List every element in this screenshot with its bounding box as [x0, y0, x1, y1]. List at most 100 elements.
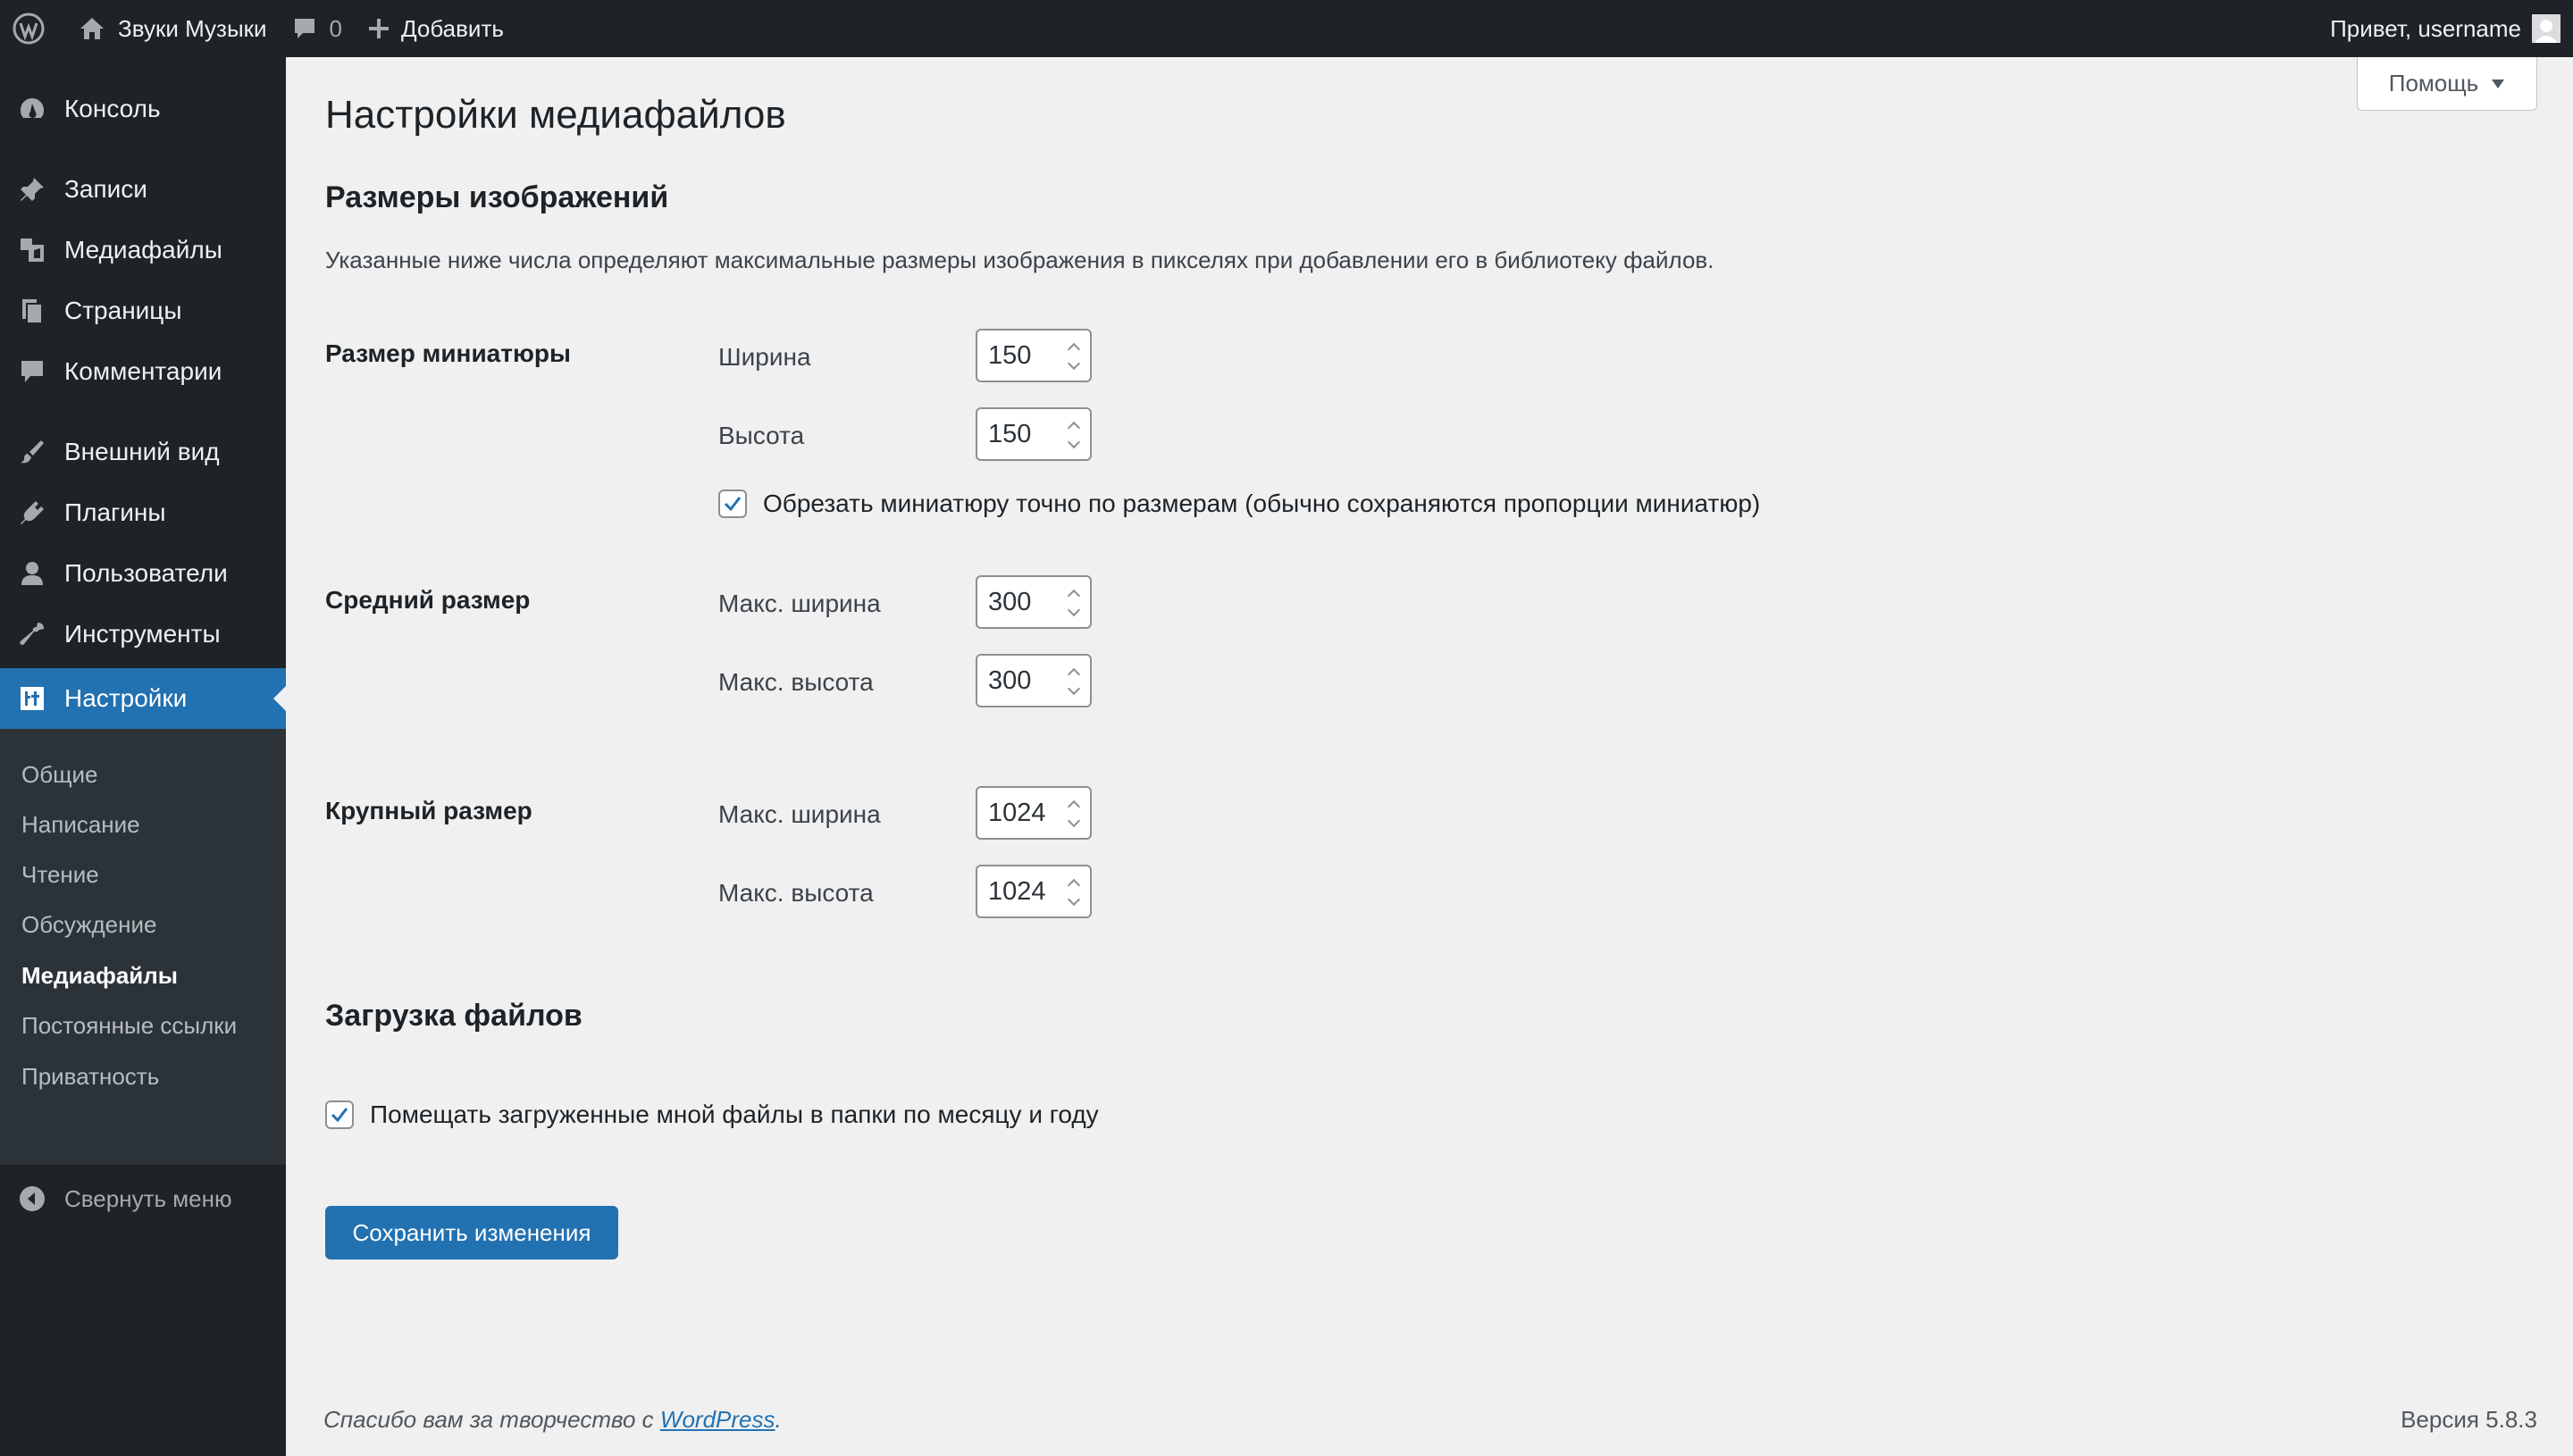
plugin-icon — [0, 498, 64, 527]
thumbnail-height-value: 150 — [988, 419, 1032, 448]
collapse-arrow-icon — [0, 1184, 64, 1213]
current-menu-arrow — [273, 686, 286, 711]
medium-width-value: 300 — [988, 587, 1032, 616]
large-width-input[interactable]: 1024 — [976, 786, 1092, 840]
settings-submenu: Общие Написание Чтение Обсуждение Медиаф… — [0, 729, 286, 1165]
users-icon — [0, 559, 64, 588]
uploads-folder-label: Помещать загруженные мной файлы в папки … — [370, 1100, 1099, 1128]
collapse-menu-button[interactable]: Свернуть меню — [0, 1176, 286, 1222]
image-sizes-heading: Размеры изображений — [325, 180, 669, 214]
collapse-menu-label: Свернуть меню — [64, 1184, 232, 1212]
spinner-arrows-icon[interactable] — [1067, 341, 1081, 372]
site-name-link[interactable]: Звуки Музыки — [66, 0, 280, 57]
my-account[interactable]: Привет, username — [2330, 0, 2560, 57]
spinner-arrows-icon[interactable] — [1067, 799, 1081, 829]
menu-item-appearance[interactable]: Внешний вид — [0, 422, 286, 482]
menu-label-tools: Инструменты — [64, 620, 221, 648]
menu-item-dashboard[interactable]: Консоль — [0, 79, 286, 139]
menu-item-users[interactable]: Пользователи — [0, 543, 286, 604]
comments-icon — [0, 357, 64, 386]
plus-icon — [367, 17, 390, 40]
help-tab-button[interactable]: Помощь — [2357, 57, 2537, 111]
medium-width-input[interactable]: 300 — [976, 575, 1092, 629]
home-icon — [79, 15, 105, 42]
avatar — [2532, 14, 2560, 43]
menu-label-comments: Комментарии — [64, 357, 222, 385]
footer-thanks-prefix: Спасибо вам за творчество с — [323, 1406, 660, 1433]
image-sizes-description: Указанные ниже числа определяют максимал… — [325, 247, 1714, 273]
medium-size-label: Средний размер — [325, 586, 531, 614]
new-content-link[interactable]: Добавить — [355, 0, 516, 57]
large-height-value: 1024 — [988, 876, 1046, 906]
wordpress-logo-icon[interactable] — [0, 0, 66, 57]
submenu-privacy[interactable]: Приватность — [21, 1063, 159, 1091]
spinner-arrows-icon[interactable] — [1067, 877, 1081, 908]
new-content-label: Добавить — [401, 14, 504, 42]
menu-item-comments[interactable]: Комментарии — [0, 341, 286, 402]
media-icon — [0, 236, 64, 264]
wordpress-link[interactable]: WordPress — [660, 1406, 775, 1433]
help-label: Помощь — [2388, 70, 2479, 96]
greeting: Привет, username — [2330, 14, 2521, 42]
large-width-label: Макс. ширина — [718, 800, 881, 828]
submenu-reading[interactable]: Чтение — [21, 861, 99, 889]
spinner-arrows-icon[interactable] — [1067, 666, 1081, 697]
thumbnail-height-label: Высота — [718, 422, 805, 449]
menu-item-pages[interactable]: Страницы — [0, 280, 286, 341]
menu-label-pages: Страницы — [64, 297, 182, 324]
thumbnail-height-input[interactable]: 150 — [976, 407, 1092, 461]
thumbnail-width-input[interactable]: 150 — [976, 329, 1092, 382]
thumbnail-crop-checkbox[interactable] — [718, 490, 747, 518]
menu-item-media[interactable]: Медиафайлы — [0, 220, 286, 280]
caret-down-icon — [2491, 79, 2505, 89]
medium-width-label: Макс. ширина — [718, 590, 881, 617]
pin-icon — [0, 175, 64, 204]
menu-item-plugins[interactable]: Плагины — [0, 482, 286, 543]
dashboard-icon — [0, 95, 64, 123]
save-changes-button[interactable]: Сохранить изменения — [325, 1206, 618, 1259]
menu-label-appearance: Внешний вид — [64, 438, 220, 465]
menu-label-media: Медиафайлы — [64, 236, 222, 264]
uploads-heading: Загрузка файлов — [325, 999, 582, 1033]
submenu-permalinks[interactable]: Постоянные ссылки — [21, 1012, 237, 1040]
footer-version: Версия 5.8.3 — [2401, 1406, 2537, 1433]
menu-label-posts: Записи — [64, 175, 147, 203]
menu-item-posts[interactable]: Записи — [0, 159, 286, 220]
uploads-folder-checkbox[interactable] — [325, 1100, 354, 1129]
menu-label-dashboard: Консоль — [64, 95, 161, 122]
footer-thanks-suffix: . — [775, 1406, 782, 1433]
large-height-input[interactable]: 1024 — [976, 865, 1092, 918]
submenu-discussion[interactable]: Обсуждение — [21, 911, 156, 939]
comments-link[interactable]: 0 — [280, 0, 355, 57]
spinner-arrows-icon[interactable] — [1067, 420, 1081, 450]
submenu-writing[interactable]: Написание — [21, 811, 140, 839]
comment-bubble-icon — [292, 16, 317, 41]
page-title: Настройки медиафайлов — [325, 93, 786, 137]
submenu-general[interactable]: Общие — [21, 761, 98, 789]
thumbnail-width-label: Ширина — [718, 343, 811, 371]
menu-item-settings[interactable]: Настройки — [0, 668, 286, 729]
medium-height-label: Макс. высота — [718, 668, 874, 696]
admin-bar: Звуки Музыки 0 Добавить Привет, username — [0, 0, 2573, 57]
menu-label-users: Пользователи — [64, 559, 228, 587]
spinner-arrows-icon[interactable] — [1067, 588, 1081, 618]
checkmark-icon — [724, 497, 742, 512]
menu-label-plugins: Плагины — [64, 498, 166, 526]
main-content: Помощь Настройки медиафайлов Размеры изо… — [286, 57, 2573, 1456]
thumbnail-crop-label: Обрезать миниатюру точно по размерам (об… — [763, 490, 1761, 517]
brush-icon — [0, 438, 64, 466]
large-height-label: Макс. высота — [718, 879, 874, 907]
submenu-media[interactable]: Медиафайлы — [21, 962, 178, 990]
menu-item-tools[interactable]: Инструменты — [0, 604, 286, 665]
uploads-folder-option: Помещать загруженные мной файлы в папки … — [325, 1100, 1099, 1129]
large-width-value: 1024 — [988, 798, 1046, 827]
thumbnail-crop-option: Обрезать миниатюру точно по размерам (об… — [718, 490, 1760, 518]
thumbnail-width-value: 150 — [988, 340, 1032, 370]
medium-height-input[interactable]: 300 — [976, 654, 1092, 707]
admin-sidebar: Консоль Записи Медиафайлы Страницы Комме… — [0, 57, 286, 1456]
pages-icon — [0, 297, 64, 325]
checkmark-icon — [331, 1108, 348, 1123]
comments-count: 0 — [329, 14, 342, 42]
medium-height-value: 300 — [988, 665, 1032, 695]
settings-icon — [0, 684, 64, 713]
